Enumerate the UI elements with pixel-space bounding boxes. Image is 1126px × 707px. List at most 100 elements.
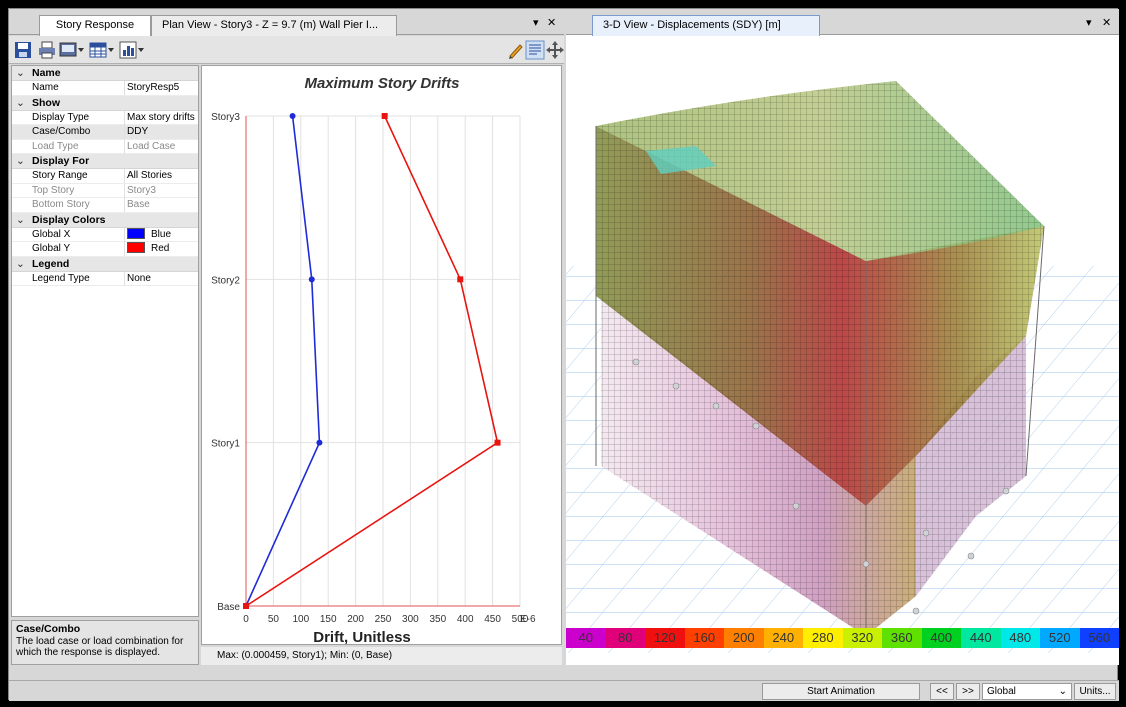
legend-cell: 440 [961,628,1001,648]
app-window: Story Response Plan View - Story3 - Z = … [8,8,1119,701]
story-response-pane: Story Response Plan View - Story3 - Z = … [9,9,564,665]
building-model-render [566,81,1119,653]
property-row-case-combo[interactable]: Case/Combo DDY [12,125,198,140]
legend-cell: 320 [842,628,882,648]
table-icon[interactable] [89,40,115,60]
property-row-legend-type[interactable]: Legend Type None [12,271,198,286]
previous-button[interactable]: << [930,683,954,700]
property-row-story-range[interactable]: Story Range All Stories [12,169,198,184]
category-display-for[interactable]: ⌄ Display For [12,154,198,169]
chevron-down-icon[interactable]: ⌄ [16,96,25,110]
units-button[interactable]: Units... [1074,683,1116,700]
legend-cell: 560 [1079,628,1119,648]
save-icon[interactable] [13,40,33,60]
legend-cell: 520 [1040,628,1080,648]
chart-options-icon[interactable] [119,40,145,60]
chevron-down-icon: ⌄ [1058,686,1067,697]
tab-story-response[interactable]: Story Response [39,15,151,36]
property-row-load-type: Load Type Load Case [12,139,198,154]
story-response-toolbar [9,36,564,64]
chevron-down-icon[interactable]: ⌄ [16,213,25,227]
property-value[interactable]: DDY [124,125,196,139]
tab-plan-view[interactable]: Plan View - Story3 - Z = 9.7 (m) Wall Pi… [151,15,397,36]
property-value[interactable]: None [124,271,196,286]
x-tick-label: 250 [375,614,392,625]
property-grid: ⌄ Name Name StoryResp5 ⌄ Show Display Type M… [11,65,199,617]
color-picker[interactable]: Red [124,242,196,256]
chevron-down-icon[interactable]: ⌄ [16,66,25,80]
legend-cell: 360 [882,628,922,648]
x-axis-label: Drift, Unitless [313,629,411,644]
series-point [243,603,249,609]
status-bar: Start Animation << >> Global ⌄ Units... [9,680,1119,701]
x-tick-label: 400 [457,614,474,625]
legend-cell: 240 [763,628,803,648]
y-tick-label: Story3 [211,112,240,123]
property-description: Case/Combo The load case or load combina… [11,620,199,665]
series-point [494,439,501,446]
chevron-down-icon[interactable]: ⌄ [16,154,25,168]
3d-model-viewport[interactable] [566,36,1119,653]
category-legend[interactable]: ⌄ Legend [12,256,198,272]
story-drift-chart: Maximum Story Drifts Base Story1 Story2 Sto… [201,65,562,646]
pencil-icon[interactable] [506,40,526,60]
property-row-global-x[interactable]: Global X Blue [12,227,198,242]
legend-cell: 480 [1000,628,1040,648]
property-row-global-y[interactable]: Global Y Red [12,242,198,257]
tab-3d-view[interactable]: 3-D View - Displacements (SDY) [m] [592,15,820,36]
series-line-0 [245,115,321,607]
series-point [381,113,388,119]
property-row-name[interactable]: Name StoryResp5 [12,81,198,96]
series-point [308,276,315,283]
series-point [316,439,323,446]
next-button[interactable]: >> [956,683,980,700]
property-value[interactable]: All Stories [124,169,196,183]
color-swatch-red [127,242,145,253]
legend-cell: 160 [684,628,724,648]
series-point [289,113,296,119]
property-value[interactable]: StoryResp5 [124,81,196,95]
x-tick-label: 150 [320,614,337,625]
legend-cell: 200 [724,628,764,648]
chart-status-text: Max: (0.000459, Story1); Min: (0, Base) [201,647,562,665]
legend-toggle-icon[interactable] [525,40,545,60]
3d-view-pane: 3-D View - Displacements (SDY) [m] ▾ ✕ 4… [566,9,1119,665]
pan-icon[interactable] [545,40,565,60]
y-tick-label: Base [217,602,240,613]
x-tick-label: 450 [484,614,501,625]
pane-menu-icon[interactable]: ▾ [1086,16,1092,29]
chevron-down-icon[interactable]: ⌄ [16,257,25,271]
x-tick-label: 200 [347,614,364,625]
series-point [457,276,464,283]
display-options-icon[interactable] [59,40,85,60]
x-tick-label: 100 [292,614,309,625]
close-icon[interactable]: ✕ [1102,16,1111,29]
chart-title: Maximum Story Drifts [304,75,459,92]
legend-cell: 80 [605,628,645,648]
print-icon[interactable] [37,40,57,60]
legend-cell: 120 [645,628,685,648]
pane-menu-icon[interactable]: ▾ [533,16,539,29]
category-display-colors[interactable]: ⌄ Display Colors [12,212,198,228]
color-picker[interactable]: Blue [124,227,196,242]
category-show[interactable]: ⌄ Show [12,95,198,111]
left-tab-bar: Story Response Plan View - Story3 - Z = … [9,9,564,36]
series-line-1 [245,115,499,607]
start-animation-button[interactable]: Start Animation [762,683,920,700]
property-row-top-story: Top Story Story3 [12,183,198,198]
coordinate-system-select[interactable]: Global ⌄ [982,683,1072,700]
x-tick-labels: 0 50 100 150 200 250 300 350 400 450 500 [243,614,529,625]
color-swatch-blue [127,227,145,239]
drift-chart-svg: Maximum Story Drifts Base Story1 Story2 Sto… [211,75,536,646]
x-tick-label: 0 [243,614,249,625]
legend-cell: 40 [566,628,606,648]
property-value[interactable]: Max story drifts [124,110,196,125]
close-icon[interactable]: ✕ [547,16,556,29]
property-row-display-type[interactable]: Display Type Max story drifts [12,110,198,125]
property-row-bottom-story: Bottom Story Base [12,198,198,213]
x-tick-label: 300 [402,614,419,625]
displacement-legend: 40 80 120 160 200 240 280 320 360 400 440 480 520 560 [566,628,1119,648]
category-name[interactable]: ⌄ Name [12,66,198,81]
description-text: The load case or load combination for wh… [16,636,184,658]
y-tick-label: Story1 [211,439,240,450]
